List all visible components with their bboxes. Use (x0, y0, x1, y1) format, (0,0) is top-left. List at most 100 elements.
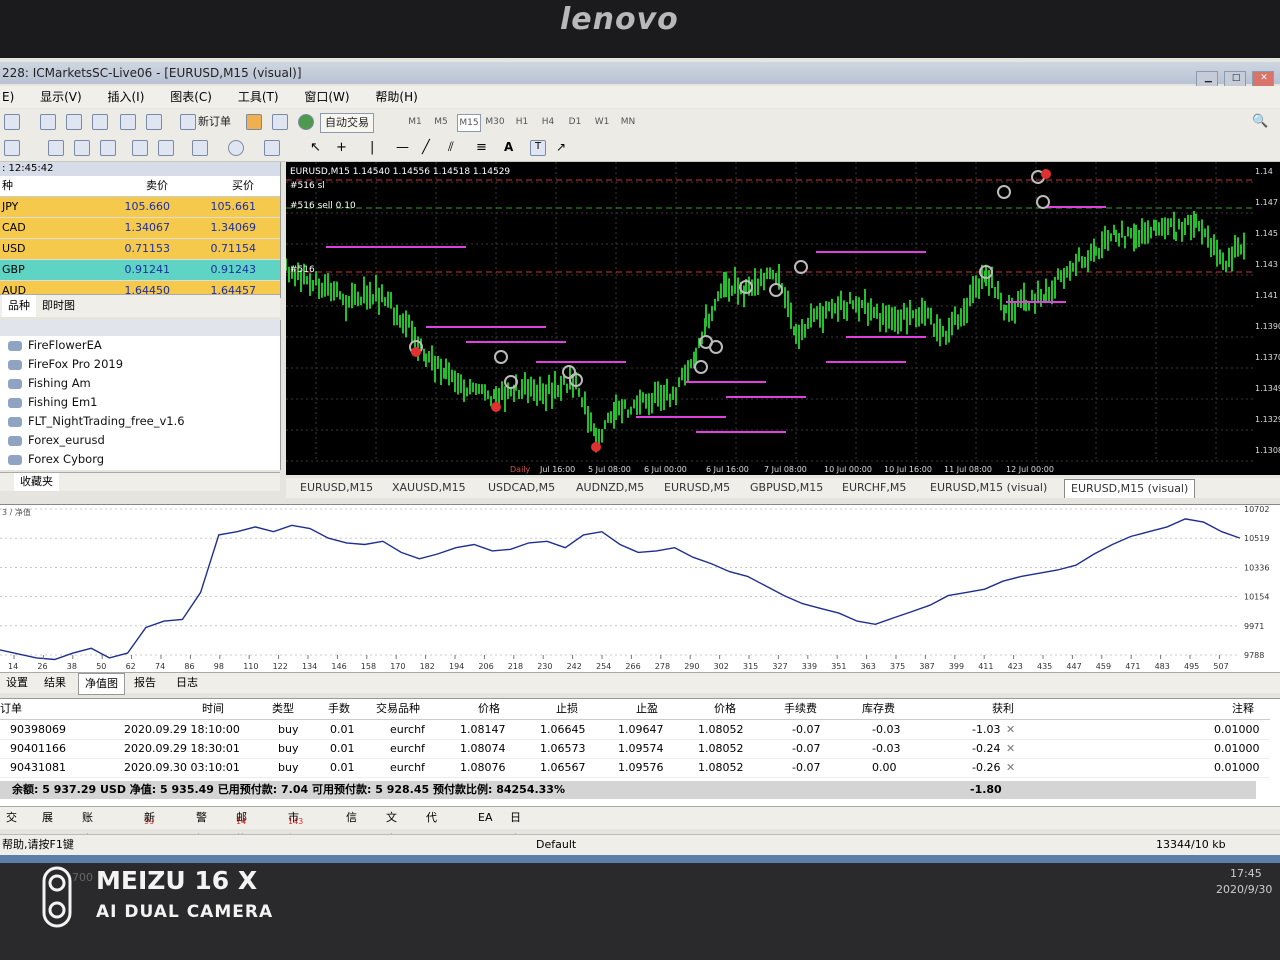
chart-tab[interactable]: AUDNZD,M5 (576, 478, 644, 498)
tf-m30[interactable]: M30 (484, 114, 506, 130)
chart-shift-icon[interactable] (132, 140, 148, 156)
horizontal-line-icon[interactable]: — (396, 140, 410, 155)
terminal-column-header[interactable]: 订单 (0, 699, 22, 719)
auto-trading-button[interactable]: 自动交易 (320, 113, 374, 133)
terminal-column-header[interactable]: 止损 (556, 699, 578, 719)
cursor-icon[interactable]: ↖ (310, 140, 324, 155)
navigator-ea-item[interactable]: FLT_NightTrading_free_v1.6 (0, 412, 280, 431)
terminal-column-header[interactable]: 时间 (202, 699, 224, 719)
autoscroll-icon[interactable] (158, 140, 174, 156)
terminal-column-header[interactable]: 手续费 (784, 699, 817, 719)
terminal-column-header[interactable]: 止盈 (636, 699, 658, 719)
tf-d1[interactable]: D1 (564, 114, 586, 130)
chart-tab[interactable]: EURCHF,M5 (842, 478, 906, 498)
terminal-tab[interactable]: 新闻99 (144, 807, 155, 846)
zoom-in-icon[interactable] (48, 140, 64, 156)
terminal-column-header[interactable]: 价格 (478, 699, 500, 719)
terminal-column-header[interactable]: 库存费 (862, 699, 895, 719)
menu-help[interactable]: 帮助(H) (375, 90, 417, 104)
navigator-ea-item[interactable]: Forex Cyborg (0, 450, 280, 469)
metaeditor-icon[interactable] (246, 114, 262, 130)
tester-icon[interactable] (146, 114, 162, 130)
tf-m1[interactable]: M1 (404, 114, 426, 130)
navigator-ea-item[interactable]: Fishing Em1 (0, 393, 280, 412)
terminal-tab[interactable]: 邮箱14 (236, 807, 247, 846)
menu-view[interactable]: 显示(V) (40, 90, 82, 104)
chart-tab[interactable]: EURUSD,M5 (664, 478, 730, 498)
channel-icon[interactable]: ⫽ (448, 140, 462, 155)
status-profile[interactable]: Default (536, 835, 576, 855)
text-label-icon[interactable]: T (530, 140, 546, 156)
tester-tab[interactable]: 净值图 (78, 673, 125, 695)
price-chart[interactable]: EURUSD,M15 1.14540 1.14556 1.14518 1.145… (285, 162, 1254, 493)
navigator-ea-item[interactable]: Forex_eurusd (0, 431, 280, 450)
menu-tools[interactable]: 工具(T) (238, 90, 279, 104)
market-watch-row[interactable]: USD 0.71153 0.71154 (0, 239, 280, 260)
terminal-column-header[interactable]: 注释 (1232, 699, 1254, 719)
tf-m5[interactable]: M5 (430, 114, 452, 130)
indicators-icon[interactable] (192, 140, 208, 156)
minimize-button[interactable]: ▁ (1196, 71, 1219, 87)
new-order-button[interactable]: 新订单 (198, 113, 231, 131)
navigator-ea-item[interactable]: FireFlowerEA (0, 336, 280, 355)
chart-tab[interactable]: XAUUSD,M15 (392, 478, 466, 498)
tf-h1[interactable]: H1 (511, 114, 533, 130)
market-watch-row[interactable]: GBP 0.91241 0.91243 (0, 260, 280, 281)
menu-charts[interactable]: 图表(C) (170, 90, 212, 104)
chart-tab[interactable]: EURUSD,M15 (visual) (930, 478, 1047, 498)
tf-w1[interactable]: W1 (591, 114, 613, 130)
fibonacci-icon[interactable]: ≡ (476, 140, 490, 155)
chart-tab[interactable]: GBPUSD,M15 (750, 478, 823, 498)
menu-window[interactable]: 窗口(W) (304, 90, 349, 104)
text-icon[interactable]: A (504, 140, 518, 154)
crosshair-icon[interactable] (66, 114, 82, 130)
tab-tick-chart[interactable]: 即时图 (36, 295, 81, 317)
tester-tab[interactable]: 日志 (170, 673, 204, 693)
close-order-icon[interactable]: ✕ (1006, 758, 1015, 777)
terminal-icon[interactable] (120, 114, 136, 130)
navigator-ea-item[interactable]: FireFox Pro 2019 (0, 355, 280, 374)
zoom-out-icon[interactable] (74, 140, 90, 156)
line-studies-icon[interactable] (4, 140, 20, 156)
close-button[interactable]: ✕ (1252, 71, 1274, 87)
new-chart-icon[interactable] (4, 114, 20, 130)
terminal-column-header[interactable]: 类型 (272, 699, 294, 719)
market-watch-row[interactable]: CAD 1.34067 1.34069 (0, 218, 280, 239)
terminal-column-header[interactable]: 手数 (328, 699, 350, 719)
market-watch-row[interactable]: JPY 105.660 105.661 (0, 197, 280, 218)
menu-file[interactable]: E) (2, 90, 14, 104)
trade-row[interactable]: 90401166 2020.09.29 18:30:01 buy 0.01 eurchf… (0, 739, 1270, 759)
chart-tab[interactable]: EURUSD,M15 (visual) (1064, 479, 1196, 498)
tf-m15[interactable]: M15 (457, 114, 481, 132)
chart-tab[interactable]: USDCAD,M5 (488, 478, 555, 498)
terminal-column-header[interactable]: 获利 (992, 699, 1014, 719)
maximize-button[interactable]: □ (1224, 71, 1247, 87)
profiles-icon[interactable] (40, 114, 56, 130)
trade-row[interactable]: 90431081 2020.09.30 03:10:01 buy 0.01 eurchf… (0, 758, 1270, 778)
crosshair-tool-icon[interactable]: + (336, 140, 350, 155)
terminal-column-header[interactable]: 交易品种 (376, 699, 420, 719)
tester-tab[interactable]: 结果 (38, 673, 72, 693)
tab-favorites[interactable]: 收藏夹 (14, 473, 59, 491)
templates-icon[interactable] (264, 140, 280, 156)
navigator-icon[interactable] (92, 114, 108, 130)
periods-icon[interactable] (228, 140, 244, 156)
tile-windows-icon[interactable] (100, 140, 116, 156)
tf-h4[interactable]: H4 (537, 114, 559, 130)
tab-symbols[interactable]: 品种 (2, 295, 36, 317)
trade-row[interactable]: 90398069 2020.09.29 18:10:00 buy 0.01 eurchf… (0, 720, 1270, 740)
terminal-tab[interactable]: 市场143 (288, 807, 303, 846)
tester-tab[interactable]: 设置 (0, 673, 34, 693)
market-icon[interactable] (272, 114, 288, 130)
chart-tab[interactable]: EURUSD,M15 (300, 478, 373, 498)
close-order-icon[interactable]: ✕ (1006, 720, 1015, 739)
menu-insert[interactable]: 插入(I) (108, 90, 145, 104)
close-order-icon[interactable]: ✕ (1006, 739, 1015, 758)
navigator-ea-item[interactable]: Fishing Am (0, 374, 280, 393)
search-icon[interactable]: 🔍 (1252, 114, 1268, 129)
tester-tab[interactable]: 报告 (128, 673, 162, 693)
arrows-icon[interactable]: ↗ (556, 140, 570, 154)
trendline-icon[interactable]: ╱ (422, 140, 436, 155)
vertical-line-icon[interactable]: | (370, 140, 384, 155)
terminal-column-header[interactable]: 价格 (714, 699, 736, 719)
